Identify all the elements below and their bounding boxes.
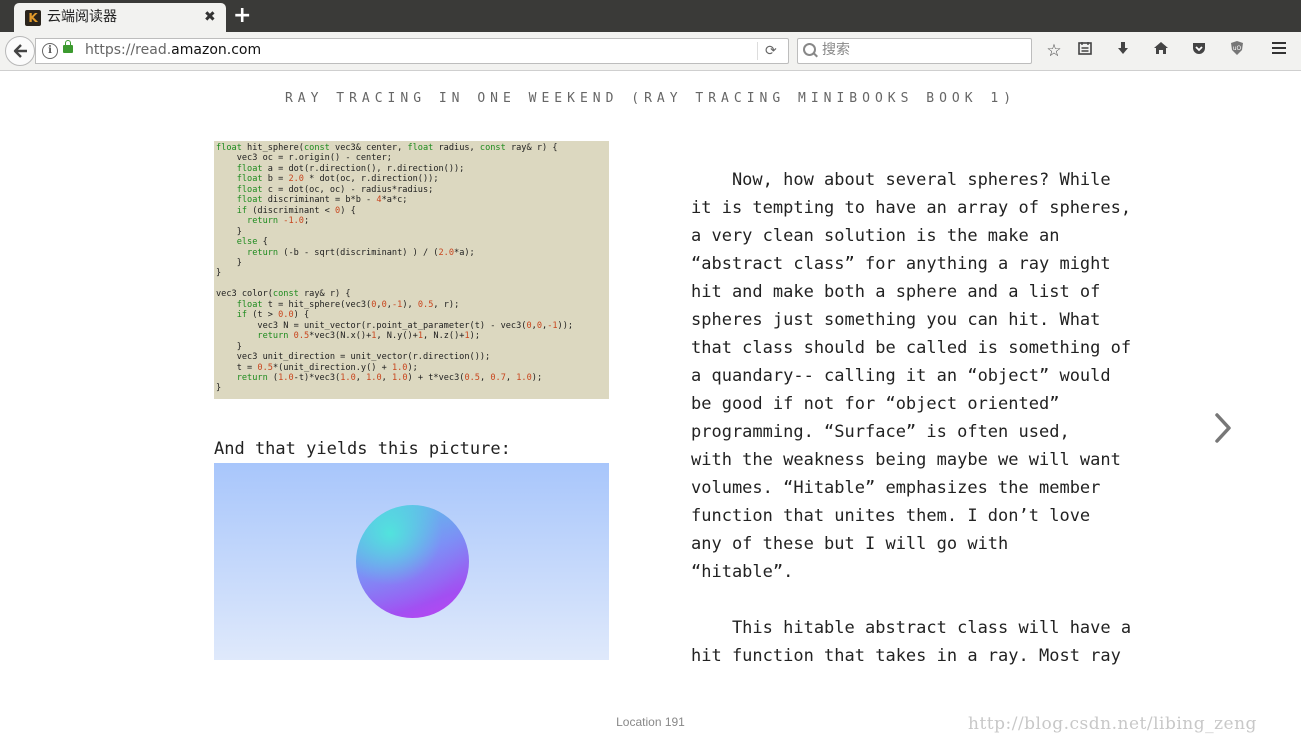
text-line: it is tempting to have an array of spher… xyxy=(691,198,1132,218)
search-bar[interactable]: 搜索 xyxy=(797,38,1032,64)
text-line: “hitable”. xyxy=(691,562,794,582)
text-line: This hitable abstract class will have a xyxy=(691,618,1132,638)
next-page-chevron-icon[interactable] xyxy=(1210,410,1236,446)
back-icon xyxy=(13,44,27,58)
kindle-favicon-icon: K xyxy=(25,10,41,26)
code-screenshot-image: float hit_sphere(const vec3& center, flo… xyxy=(214,141,609,399)
pocket-icon[interactable] xyxy=(1188,40,1210,62)
paragraph-2: This hitable abstract class will have a … xyxy=(691,614,1131,670)
text-line: a quandary-- calling it an “object” woul… xyxy=(691,366,1111,386)
rendered-sphere-image xyxy=(214,463,609,660)
text-line: hit function that takes in a ray. Most r… xyxy=(691,646,1121,666)
reload-icon[interactable]: ⟳ xyxy=(765,42,777,60)
text-line: be good if not for “object oriented” xyxy=(691,394,1060,414)
normal-shaded-sphere xyxy=(356,505,469,618)
text-line: hit and make both a sphere and a list of xyxy=(691,282,1101,302)
text-line: spheres just something you can hit. What xyxy=(691,310,1101,330)
reading-list-icon[interactable] xyxy=(1074,40,1096,62)
book-title: RAY TRACING IN ONE WEEKEND (RAY TRACING … xyxy=(284,91,1017,106)
text-line: with the weakness being maybe we will wa… xyxy=(691,450,1121,470)
browser-tab[interactable]: K 云端阅读器 ✖ xyxy=(14,3,226,32)
url-text[interactable]: https://read.amazon.com xyxy=(85,42,261,59)
download-icon[interactable] xyxy=(1112,40,1134,62)
image-caption: And that yields this picture: xyxy=(214,439,511,459)
home-icon[interactable] xyxy=(1150,40,1172,62)
search-icon xyxy=(803,43,816,56)
search-placeholder: 搜索 xyxy=(822,42,850,58)
text-line: that class should be called is something… xyxy=(691,338,1132,358)
tab-close-icon[interactable]: ✖ xyxy=(204,8,216,26)
text-line: any of these but I will go with xyxy=(691,534,1009,554)
menu-icon[interactable] xyxy=(1268,40,1290,62)
svg-text:uO: uO xyxy=(1233,45,1242,52)
new-tab-button[interactable]: + xyxy=(233,3,251,29)
tab-title: 云端阅读器 xyxy=(47,9,117,25)
text-line: Now, how about several spheres? While xyxy=(691,170,1111,190)
ublock-icon[interactable]: uO xyxy=(1226,40,1248,62)
info-icon[interactable]: i xyxy=(42,43,58,59)
text-line: “abstract class” for anything a ray migh… xyxy=(691,254,1111,274)
text-line: volumes. “Hitable” emphasizes the member xyxy=(691,478,1101,498)
watermark: http://blog.csdn.net/libing_zeng xyxy=(968,714,1257,734)
lock-icon[interactable] xyxy=(63,40,73,53)
reading-text: Now, how about several spheres? While it… xyxy=(691,166,1131,670)
text-line: a very clean solution is the make an xyxy=(691,226,1060,246)
url-divider xyxy=(757,42,758,60)
text-line: programming. “Surface” is often used, xyxy=(691,422,1070,442)
paragraph-1: Now, how about several spheres? While it… xyxy=(691,166,1131,586)
bookmark-star-icon[interactable]: ☆ xyxy=(1043,40,1065,62)
tab-strip: K 云端阅读器 ✖ + xyxy=(0,0,1301,32)
navigation-bar: i https://read.amazon.com ⟳ 搜索 ☆ uO xyxy=(0,32,1301,71)
url-bar[interactable]: i https://read.amazon.com ⟳ xyxy=(35,38,789,64)
back-button[interactable] xyxy=(5,36,35,66)
text-line: function that unites them. I don’t love xyxy=(691,506,1091,526)
